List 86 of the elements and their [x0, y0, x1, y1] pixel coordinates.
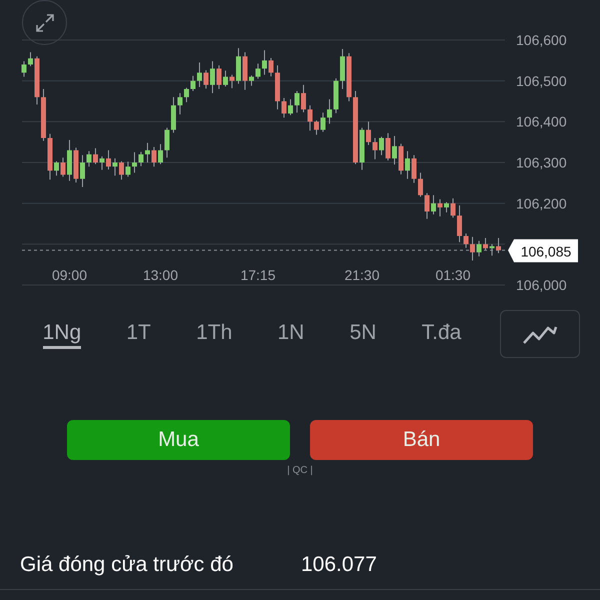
- candlestick: [145, 142, 150, 163]
- ref-line-label: 106,085: [520, 243, 572, 260]
- candlestick: [106, 150, 111, 170]
- candlestick: [457, 204, 462, 243]
- candlestick: [190, 75, 196, 92]
- candlestick: [230, 74, 234, 89]
- candlestick: [152, 146, 156, 168]
- candlestick: [301, 84, 306, 113]
- axis-label: 106,600: [516, 32, 567, 48]
- candlestick: [470, 236, 475, 261]
- candlestick: [314, 120, 319, 136]
- candlestick: [100, 156, 104, 170]
- timeframe-tab[interactable]: T.đa: [422, 320, 462, 348]
- candlestick: [418, 172, 423, 198]
- axis-label: 09:00: [52, 267, 88, 283]
- axis-label: 106,000: [516, 277, 567, 293]
- candlestick: [22, 60, 26, 78]
- timeframe-tab[interactable]: 5N: [350, 320, 376, 348]
- candlestick: [28, 52, 33, 67]
- chart-type-button[interactable]: [500, 310, 580, 358]
- axis-label: 106,300: [516, 154, 567, 170]
- candlestick: [126, 161, 130, 178]
- candlestick: [119, 160, 124, 180]
- candlestick: [431, 194, 436, 215]
- candlestick: [204, 70, 208, 90]
- axis-label: 106,500: [516, 72, 567, 89]
- candlestick: [132, 152, 137, 174]
- candlestick: [327, 98, 332, 124]
- candlestick: [288, 98, 293, 116]
- candlestick: [178, 92, 182, 115]
- candlestick: [450, 198, 456, 218]
- candlestick: [392, 135, 397, 166]
- candlestick: [496, 238, 501, 254]
- candlestick: [93, 148, 98, 165]
- stat-value: 106.077: [301, 552, 377, 578]
- candlestick: [54, 160, 59, 176]
- candlestick: [164, 127, 170, 158]
- candlestick: [412, 154, 416, 184]
- timeframe-tab[interactable]: 1T: [126, 320, 151, 348]
- candlestick: [483, 238, 488, 250]
- candlestick: [86, 150, 92, 168]
- candlestick: [372, 138, 378, 160]
- candlestick: [197, 62, 202, 88]
- candlestick: [184, 87, 189, 103]
- candlestick: [366, 121, 371, 146]
- candlestick: [444, 202, 449, 213]
- axis-label: 106,400: [516, 114, 567, 130]
- expand-button[interactable]: [22, 0, 67, 45]
- timeframe-tab[interactable]: 1N: [278, 320, 304, 348]
- candlestick: [438, 198, 442, 217]
- candlestick: [308, 104, 312, 132]
- timeframe-tab[interactable]: 1Th: [196, 320, 232, 348]
- candlestick: [490, 244, 494, 256]
- candlestick: [138, 151, 144, 167]
- candlestick: [80, 154, 85, 188]
- timeframe-tab[interactable]: 1Ng: [42, 320, 82, 348]
- candlestick: [424, 192, 430, 220]
- candlestick: [379, 136, 384, 156]
- candlestick: [223, 70, 228, 88]
- candlestick: [249, 75, 254, 86]
- candlestick: [216, 64, 222, 90]
- candlestick: [262, 50, 267, 76]
- candlestick: [210, 60, 215, 94]
- candlestick: [464, 233, 468, 248]
- candlestick: [405, 150, 410, 180]
- axis-label: 13:00: [142, 267, 178, 283]
- axis-label: 106,200: [516, 195, 567, 212]
- price-tag: 106,085: [508, 239, 578, 262]
- candlestick: [158, 144, 163, 165]
- candlestick: [268, 57, 274, 77]
- stat-label: Giá đóng cửa trước đó: [20, 552, 234, 578]
- ad-label: | QC |: [287, 464, 313, 478]
- candlestick: [476, 240, 482, 257]
- candlestick: [282, 97, 286, 118]
- candlestick: [294, 90, 300, 114]
- candlestick: [386, 132, 390, 161]
- axis-label: 01:30: [435, 267, 471, 283]
- sell-button[interactable]: Bán: [310, 420, 533, 460]
- candlestick: [112, 158, 118, 176]
- axis-label: 21:30: [344, 267, 380, 283]
- expand-icon: [34, 12, 56, 34]
- candlestick: [256, 63, 260, 80]
- buy-button[interactable]: Mua: [67, 420, 290, 460]
- axis-label: 17:15: [240, 267, 276, 283]
- candlestick: [60, 157, 66, 178]
- candlestick: [320, 112, 326, 132]
